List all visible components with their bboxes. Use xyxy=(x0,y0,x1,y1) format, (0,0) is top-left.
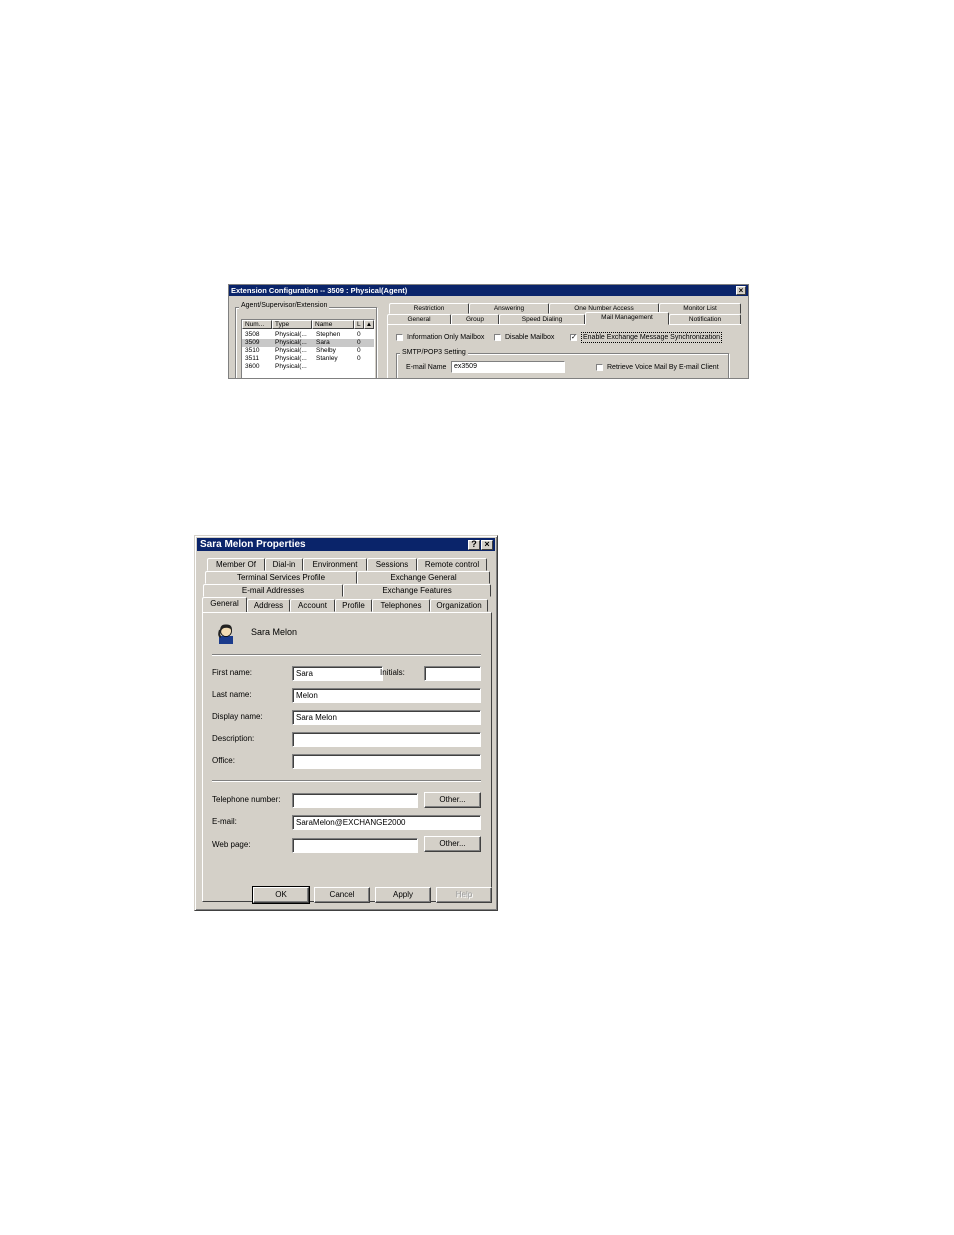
initials-label: Initials: xyxy=(380,668,405,677)
tab-dial-in[interactable]: Dial-in xyxy=(265,558,303,571)
office-label: Office: xyxy=(212,756,235,765)
window-title: Sara Melon Properties xyxy=(200,539,306,550)
display-name-field[interactable]: Sara Melon xyxy=(292,710,481,725)
apply-button[interactable]: Apply xyxy=(375,887,431,903)
tab-mail-management[interactable]: Mail Management xyxy=(585,312,669,325)
information-only-mailbox-checkbox[interactable] xyxy=(396,334,403,341)
column-header-name[interactable]: Name xyxy=(312,320,354,329)
email-name-label: E-mail Name xyxy=(406,364,447,371)
tab-terminal-services-profile[interactable]: Terminal Services Profile xyxy=(205,571,357,584)
extension-list[interactable]: Num... Type Name L ▲ 3508 Physical(... S… xyxy=(241,319,375,378)
description-field[interactable] xyxy=(292,732,481,747)
column-header-l[interactable]: L xyxy=(354,320,364,329)
email-field[interactable]: SaraMelon@EXCHANGE2000 xyxy=(292,815,481,830)
column-header-type[interactable]: Type xyxy=(272,320,312,329)
tab-member-of[interactable]: Member Of xyxy=(207,558,265,571)
divider xyxy=(212,654,481,656)
tab-monitor-list[interactable]: Monitor List xyxy=(659,303,741,314)
email-label: E-mail: xyxy=(212,817,237,826)
disable-mailbox-label: Disable Mailbox xyxy=(505,334,555,341)
retrieve-voice-mail-checkbox[interactable] xyxy=(596,364,603,371)
description-label: Description: xyxy=(212,734,255,743)
list-item[interactable]: 3508 Physical(... Stephen 0 xyxy=(242,331,374,339)
user-properties-dialog: Sara Melon Properties ? × Member Of Dial… xyxy=(194,535,498,911)
tab-email-addresses[interactable]: E-mail Addresses xyxy=(203,584,343,597)
scroll-up-icon[interactable]: ▲ xyxy=(364,320,374,329)
retrieve-voice-mail-label: Retrieve Voice Mail By E-mail Client xyxy=(607,364,719,371)
first-name-label: First name: xyxy=(212,668,253,677)
extension-configuration-window: Extension Configuration -- 3509 : Physic… xyxy=(228,284,749,379)
telephone-other-button[interactable]: Other... xyxy=(424,792,481,808)
enable-exchange-sync-label: Enable Exchange Message Synchronization xyxy=(581,332,722,343)
web-page-field[interactable] xyxy=(292,838,418,853)
last-name-label: Last name: xyxy=(212,690,252,699)
tab-general[interactable]: General xyxy=(202,597,247,612)
user-display-name: Sara Melon xyxy=(251,627,298,637)
list-item[interactable]: 3510 Physical(... Shelby 0 xyxy=(242,347,374,355)
ok-button[interactable]: OK xyxy=(252,886,310,904)
tab-organization[interactable]: Organization xyxy=(430,599,488,612)
tab-sessions[interactable]: Sessions xyxy=(367,558,417,571)
column-header-num[interactable]: Num... xyxy=(242,320,272,329)
telephone-field[interactable] xyxy=(292,793,418,808)
tab-restriction[interactable]: Restriction xyxy=(389,303,469,314)
web-page-other-button[interactable]: Other... xyxy=(424,836,481,852)
enable-exchange-sync-checkbox[interactable]: ✓ xyxy=(570,334,577,341)
window-title: Extension Configuration -- 3509 : Physic… xyxy=(231,286,408,295)
tab-account[interactable]: Account xyxy=(290,599,335,612)
agent-group-label: Agent/Supervisor/Extension xyxy=(239,302,330,310)
smtp-group-label: SMTP/POP3 Setting xyxy=(400,349,468,357)
tab-environment[interactable]: Environment xyxy=(303,558,367,571)
help-button[interactable]: Help xyxy=(436,887,492,903)
divider xyxy=(212,780,481,782)
tab-exchange-general[interactable]: Exchange General xyxy=(357,571,490,584)
list-item-selected[interactable]: 3509 Physical(... Sara 0 xyxy=(242,339,374,347)
close-icon[interactable]: × xyxy=(481,539,493,550)
disable-mailbox-checkbox[interactable] xyxy=(494,334,501,341)
web-page-label: Web page: xyxy=(212,840,251,849)
information-only-mailbox-label: Information Only Mailbox xyxy=(407,334,485,341)
title-bar: Extension Configuration -- 3509 : Physic… xyxy=(229,285,748,296)
tab-address[interactable]: Address xyxy=(247,599,290,612)
list-item[interactable]: 3511 Physical(... Stanley 0 xyxy=(242,355,374,363)
title-bar: Sara Melon Properties ? × xyxy=(197,538,495,551)
cancel-button[interactable]: Cancel xyxy=(314,887,370,903)
tab-exchange-features[interactable]: Exchange Features xyxy=(343,584,491,597)
close-icon[interactable]: × xyxy=(736,286,746,295)
tab-telephones[interactable]: Telephones xyxy=(372,599,430,612)
office-field[interactable] xyxy=(292,754,481,769)
tab-remote-control[interactable]: Remote control xyxy=(417,558,487,571)
email-name-input[interactable]: ex3509 xyxy=(451,361,565,373)
help-icon[interactable]: ? xyxy=(468,539,480,550)
tab-answering[interactable]: Answering xyxy=(469,303,549,314)
user-icon xyxy=(218,624,233,644)
telephone-label: Telephone number: xyxy=(212,795,281,804)
initials-field[interactable] xyxy=(424,666,481,681)
last-name-field[interactable]: Melon xyxy=(292,688,481,703)
display-name-label: Display name: xyxy=(212,712,263,721)
first-name-field[interactable]: Sara xyxy=(292,666,383,681)
list-item[interactable]: 3600 Physical(... xyxy=(242,363,374,371)
tab-profile[interactable]: Profile xyxy=(335,599,372,612)
